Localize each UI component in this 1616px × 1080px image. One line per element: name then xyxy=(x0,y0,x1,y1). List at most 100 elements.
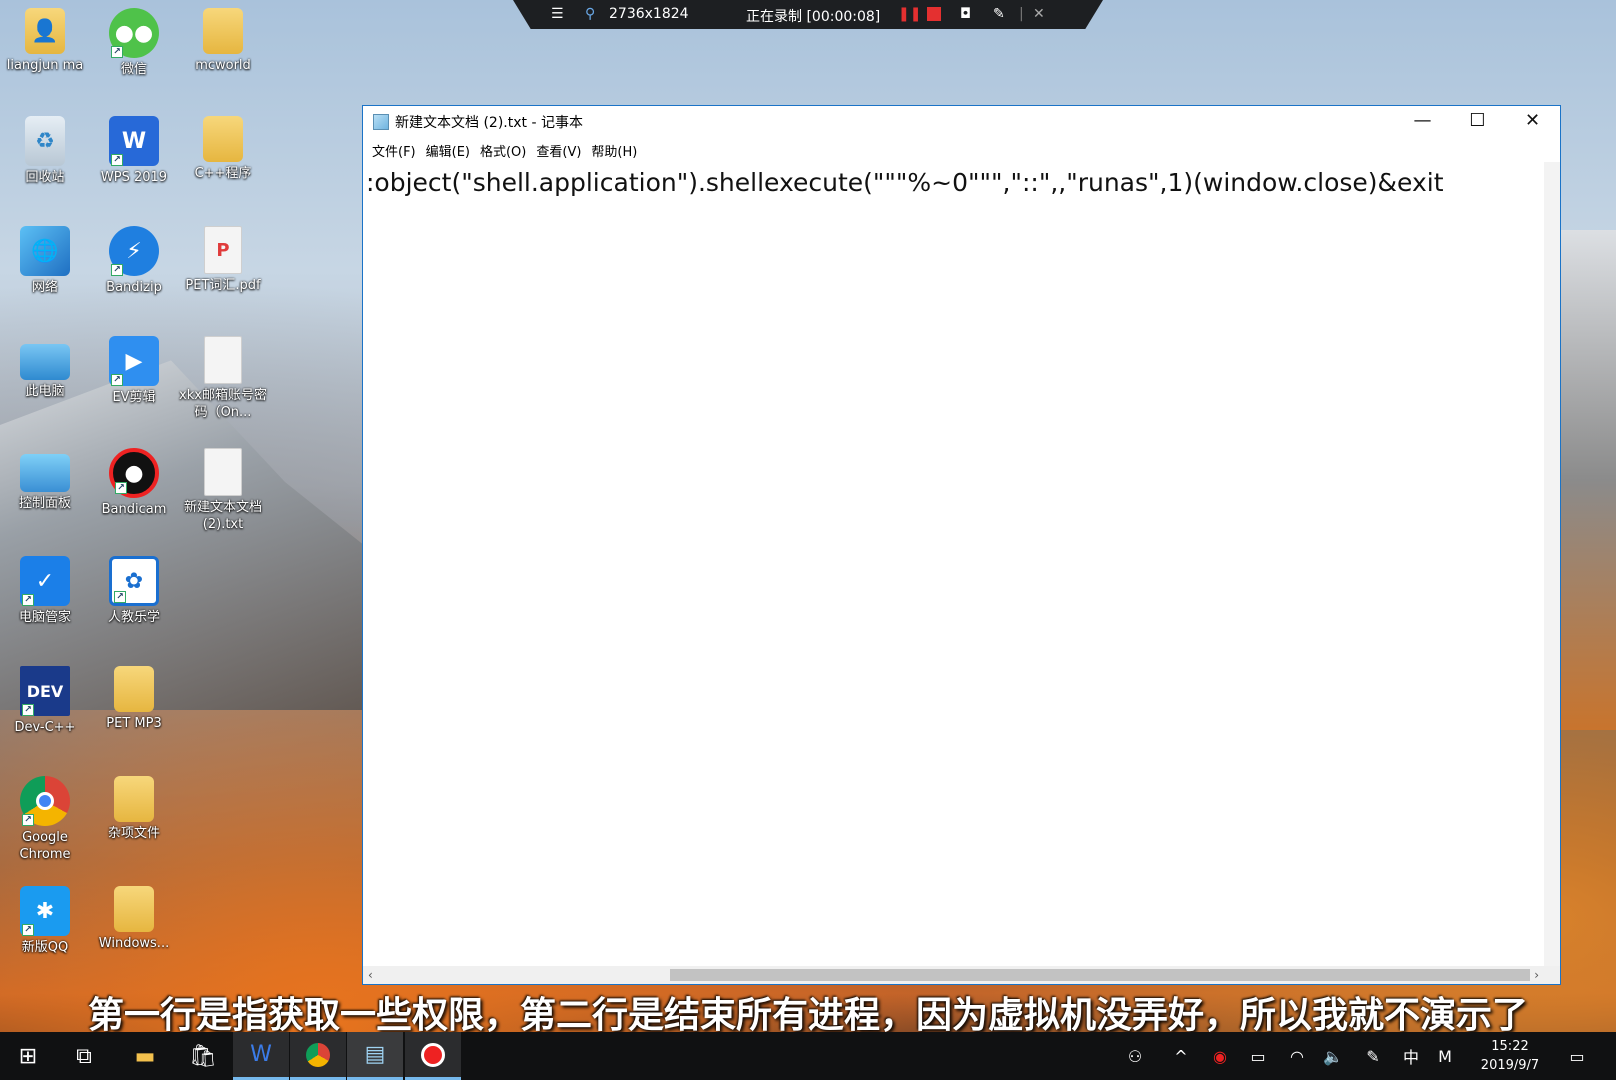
desktop-icon-misc-folder[interactable]: 杂项文件 xyxy=(89,776,179,842)
desktop-icon-renjiao[interactable]: ✿ ↗ 人教乐学 xyxy=(89,556,179,626)
text-editor[interactable]: :object("shell.application").shellexecut… xyxy=(363,162,1544,966)
desktop-icon-label: 新建文本文档 (2).txt xyxy=(183,500,262,532)
battery-icon[interactable]: ▭ xyxy=(1243,1032,1273,1080)
desktop-icon-devcpp[interactable]: DEV ↗ Dev-C++ xyxy=(0,666,90,736)
chrome-icon: ↗ xyxy=(20,776,70,826)
resize-grip[interactable] xyxy=(1544,966,1560,984)
task-view-icon[interactable]: ⧉ xyxy=(56,1032,112,1080)
network-icon: 🌐 xyxy=(20,226,70,276)
desktop-icon-user[interactable]: 👤 liangjun ma xyxy=(0,8,90,74)
desktop-icon-label: EV剪辑 xyxy=(112,390,156,405)
close-icon[interactable]: ✕ xyxy=(1033,6,1045,22)
desktop-icon-label: PET MP3 xyxy=(106,716,162,731)
wps-taskbar-icon[interactable]: W xyxy=(233,1032,289,1080)
taskbar: ⊞ ⧉ ▬ 🛍 W ▤ ⚇ ^ ◉ ▭ ◠ 🔈 ✎ 中 M 15:22 2019… xyxy=(0,1032,1616,1080)
chevron-up-icon[interactable]: ^ xyxy=(1168,1032,1194,1080)
desktop-icon-label: 人教乐学 xyxy=(107,610,160,625)
ime-mode-indicator[interactable]: M xyxy=(1430,1032,1460,1080)
desktop-icon-chrome[interactable]: ↗ Google Chrome xyxy=(0,776,90,863)
window-titlebar[interactable]: 新建文本文档 (2).txt - 记事本 xyxy=(363,106,1560,138)
camera-icon[interactable]: ◘ xyxy=(960,6,971,22)
menu-view[interactable]: 查看(V) xyxy=(531,141,586,160)
desktop-icon-network[interactable]: 🌐 网络 xyxy=(0,226,90,296)
menu-format[interactable]: 格式(O) xyxy=(475,141,531,160)
desktop-icon-label: mcworld xyxy=(195,58,251,73)
qq-icon: ✱ ↗ xyxy=(20,886,70,936)
desktop-icon-pet-mp3[interactable]: PET MP3 xyxy=(89,666,179,732)
windows-start-icon[interactable]: ⊞ xyxy=(0,1032,56,1080)
desktop-icon-wechat[interactable]: ●● ↗ 微信 xyxy=(89,8,179,78)
menu-bar: 文件(F) 编辑(E) 格式(O) 查看(V) 帮助(H) xyxy=(363,138,1560,162)
recording-toolbar: ☰ ⚲ 2736x1824 正在录制 [00:00:08] ❚❚ ◘ ✎ | ✕ xyxy=(513,0,1103,29)
maximize-button[interactable]: ☐ xyxy=(1450,106,1505,138)
bandizip-icon: ⚡ ↗ xyxy=(109,226,159,276)
desktop-icon-windows-folder[interactable]: Windows... xyxy=(89,886,179,952)
desktop-icon-label: C++程序 xyxy=(194,166,252,181)
notification-icon[interactable]: ▭ xyxy=(1562,1032,1592,1080)
desktop-icon-wps[interactable]: W ↗ WPS 2019 xyxy=(89,116,179,186)
clock-date: 2019/9/7 xyxy=(1480,1058,1540,1073)
desktop-icon-label: liangjun ma xyxy=(6,58,84,73)
menu-help[interactable]: 帮助(H) xyxy=(586,141,642,160)
scroll-right-icon[interactable]: › xyxy=(1534,966,1539,984)
vertical-scrollbar[interactable] xyxy=(1544,162,1560,966)
hamburger-icon[interactable]: ☰ xyxy=(551,6,564,22)
menu-edit[interactable]: 编辑(E) xyxy=(421,141,475,160)
folder-icon xyxy=(114,666,154,712)
desktop-icon-new-text-doc[interactable]: 新建文本文档 (2).txt xyxy=(178,448,268,533)
desktop-icon-control-panel[interactable]: 控制面板 xyxy=(0,448,90,512)
desktop-icon-label: Google Chrome xyxy=(19,830,71,862)
stop-icon[interactable] xyxy=(927,7,941,21)
document-icon xyxy=(204,448,242,496)
desktop-icon-bandizip[interactable]: ⚡ ↗ Bandizip xyxy=(89,226,179,296)
control-panel-icon xyxy=(20,454,70,492)
desktop-icon-cpp-folder[interactable]: C++程序 xyxy=(178,116,268,182)
desktop-icon-ev-clip[interactable]: ▶ ↗ EV剪辑 xyxy=(89,336,179,406)
notepad-taskbar-icon[interactable]: ▤ xyxy=(347,1032,403,1080)
computer-icon xyxy=(20,344,70,380)
minimize-button[interactable]: — xyxy=(1395,106,1450,138)
scroll-thumb[interactable] xyxy=(670,969,1530,981)
horizontal-scrollbar[interactable]: ‹ › xyxy=(363,966,1544,984)
ime-indicator[interactable]: 中 xyxy=(1396,1032,1426,1080)
pin-icon[interactable]: ⚲ xyxy=(585,6,595,22)
folder-icon xyxy=(114,886,154,932)
wechat-icon: ●● ↗ xyxy=(109,8,159,58)
pen-tray-icon[interactable]: ✎ xyxy=(1358,1032,1388,1080)
pause-icon[interactable]: ❚❚ xyxy=(898,6,921,22)
wallpaper-cliff xyxy=(1556,230,1616,730)
chrome-taskbar-icon[interactable] xyxy=(290,1032,346,1080)
folder-icon xyxy=(203,116,243,162)
desktop-icon-qq[interactable]: ✱ ↗ 新版QQ xyxy=(0,886,90,956)
desktop-icon-mcworld[interactable]: mcworld xyxy=(178,8,268,74)
wifi-icon[interactable]: ◠ xyxy=(1282,1032,1312,1080)
desktop-icon-recycle-bin[interactable]: ♻ 回收站 xyxy=(0,116,90,186)
desktop-icon-label: 微信 xyxy=(120,62,147,77)
desktop-icon-label: 电脑管家 xyxy=(18,610,71,625)
desktop-icon-pc-manager[interactable]: ✓ ↗ 电脑管家 xyxy=(0,556,90,626)
desktop-icon-label: Bandizip xyxy=(106,280,162,295)
pc-manager-icon: ✓ ↗ xyxy=(20,556,70,606)
recording-resolution: 2736x1824 xyxy=(609,6,689,22)
scroll-left-icon[interactable]: ‹ xyxy=(368,966,373,984)
desktop-icon-label: 回收站 xyxy=(25,170,65,185)
close-button[interactable]: ✕ xyxy=(1505,106,1560,138)
desktop-icon-pdf[interactable]: P PET词汇.pdf xyxy=(178,226,268,294)
recording-status: 正在录制 [00:00:08] xyxy=(746,9,881,25)
desktop-icon-label: 此电脑 xyxy=(25,384,65,399)
people-icon[interactable]: ⚇ xyxy=(1120,1032,1150,1080)
pen-icon[interactable]: ✎ xyxy=(993,6,1005,22)
clock-time: 15:22 xyxy=(1491,1039,1529,1054)
menu-file[interactable]: 文件(F) xyxy=(367,141,421,160)
volume-icon[interactable]: 🔈 xyxy=(1318,1032,1348,1080)
desktop-icon-this-pc[interactable]: 此电脑 xyxy=(0,336,90,400)
record-tray-icon[interactable]: ◉ xyxy=(1205,1032,1235,1080)
desktop-icon-mail-account[interactable]: xkx邮箱账号密码（On... xyxy=(178,336,268,421)
devcpp-icon: DEV ↗ xyxy=(20,666,70,716)
desktop-icon-bandicam[interactable]: ● ↗ Bandicam xyxy=(89,448,179,518)
store-icon[interactable]: 🛍 xyxy=(175,1032,231,1080)
desktop-icon-label: PET词汇.pdf xyxy=(185,278,261,293)
taskbar-clock[interactable]: 15:22 2019/9/7 xyxy=(1470,1037,1550,1075)
bandicam-taskbar-icon[interactable] xyxy=(405,1032,461,1080)
file-explorer-icon[interactable]: ▬ xyxy=(117,1032,173,1080)
